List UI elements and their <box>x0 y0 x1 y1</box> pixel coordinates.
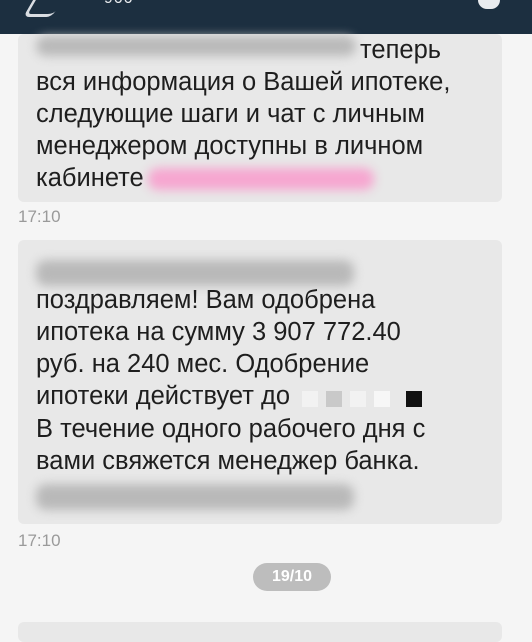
message-line: теперь <box>360 36 442 64</box>
redacted-link[interactable] <box>147 168 374 191</box>
redacted-date <box>302 381 430 413</box>
date-separator: 19/10 <box>253 563 331 591</box>
menu-icon[interactable] <box>478 0 500 9</box>
message-bubble[interactable] <box>18 622 502 642</box>
message-line: следующие шаги и чат с личным <box>36 100 425 128</box>
message-time: 17:10 <box>18 531 61 550</box>
back-arrow-icon[interactable] <box>23 0 62 17</box>
message-line: В течение одного рабочего дня с <box>36 415 426 444</box>
message-bubble[interactable]: поздравляем! Вам одобрена ипотека на сум… <box>18 240 502 524</box>
message-time: 17:10 <box>18 207 61 226</box>
message-line: кабинете <box>36 162 450 194</box>
conversation-header: 900 <box>0 0 532 34</box>
message-line: вся информация о Вашей ипотеке, <box>36 68 451 96</box>
message-line: поздравляем! Вам одобрена <box>36 286 376 314</box>
redacted-sender <box>36 260 354 286</box>
message-line-text: ипотеки действует до <box>36 382 291 410</box>
message-line: руб. на 240 мес. Одобрение <box>36 350 370 378</box>
sender-number: 900 <box>104 0 134 7</box>
message-line-text: кабинете <box>36 164 144 192</box>
redacted-signature <box>36 484 354 510</box>
message-bubble[interactable]: теперь вся информация о Вашей ипотеке, с… <box>18 34 502 202</box>
message-line: ипотека на сумму 3 907 772.40 <box>36 318 401 346</box>
message-line: вами свяжется менеджер банка. <box>36 447 420 476</box>
message-line: ипотеки действует до <box>36 380 430 413</box>
message-line: менеджером доступны в личном <box>36 132 424 160</box>
